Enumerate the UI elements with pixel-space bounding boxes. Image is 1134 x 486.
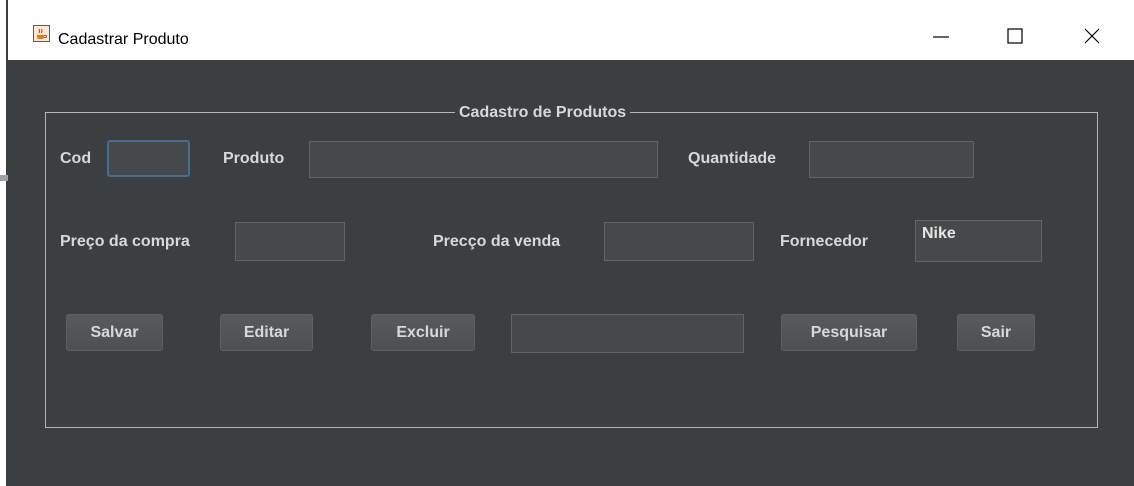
quantidade-label: Quantidade [688, 150, 777, 167]
panel-legend: Cadastro de Produtos [455, 103, 631, 123]
background-window-marker [0, 175, 8, 181]
cod-field[interactable] [107, 140, 190, 177]
editar-button[interactable]: Editar [220, 314, 313, 351]
pesquisar-button[interactable]: Pesquisar [781, 314, 917, 351]
salvar-button[interactable]: Salvar [66, 314, 163, 351]
preco-venda-label: Precço da venda [433, 233, 561, 250]
fornecedor-field[interactable] [915, 220, 1042, 262]
sair-button[interactable]: Sair [957, 314, 1035, 351]
minimize-button[interactable] [913, 20, 969, 52]
preco-venda-field[interactable] [604, 222, 754, 261]
search-field[interactable] [511, 314, 744, 353]
background-window-edge [0, 0, 8, 486]
java-cup-icon [33, 25, 50, 42]
cod-label: Cod [60, 150, 92, 167]
preco-compra-label: Preço da compra [60, 233, 190, 250]
excluir-button[interactable]: Excluir [371, 314, 475, 351]
maximize-button[interactable] [987, 20, 1043, 52]
close-icon [1084, 28, 1100, 44]
fornecedor-label: Fornecedor [780, 233, 869, 250]
minimize-icon [933, 36, 949, 38]
preco-compra-field[interactable] [235, 222, 345, 261]
produto-label: Produto [223, 150, 285, 167]
close-button[interactable] [1064, 20, 1120, 52]
quantidade-field[interactable] [809, 141, 974, 178]
produto-field[interactable] [309, 141, 658, 178]
maximize-icon [1007, 28, 1023, 44]
title-bar[interactable]: Cadastrar Produto [8, 0, 1134, 60]
app-window: Cadastrar Produto Cadastro de Produtos C… [8, 0, 1134, 486]
window-title: Cadastrar Produto [58, 31, 189, 48]
